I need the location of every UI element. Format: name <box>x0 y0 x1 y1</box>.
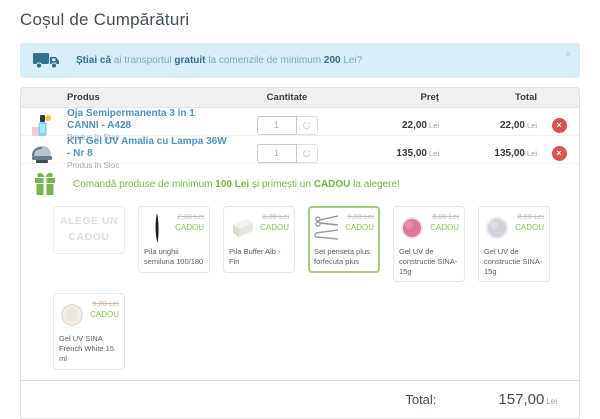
price-currency: Lei <box>429 121 439 130</box>
price-value: 135,00 <box>396 148 427 159</box>
nail-file-image <box>144 212 170 244</box>
product-thumbnail-kit <box>30 141 54 165</box>
gift-msg-bold-100: 100 Lei <box>215 179 249 190</box>
gift-card-gel-uv-clear[interactable]: 8,00 Lei CADOU Gel UV de constructie SIN… <box>478 206 550 282</box>
remove-item-icon[interactable]: × <box>552 118 567 133</box>
gift-card-pila-unghii[interactable]: 2,00 Lei CADOU Pila unghii semiluna 100/… <box>138 206 210 273</box>
gift-cards: ALEGE UN CADOU 2,00 Lei CADOU Pila unghi… <box>21 196 579 370</box>
cadou-badge: CADOU <box>174 223 204 232</box>
price-value: 22,00 <box>402 120 427 131</box>
gift-old-price: 3,00 Lei <box>259 212 289 221</box>
refresh-quantity-icon[interactable] <box>297 116 318 135</box>
placeholder-line2: CADOU <box>69 230 110 246</box>
placeholder-line1: ALEGE UN <box>60 214 118 230</box>
total-currency: Lei <box>546 397 557 406</box>
gift-name: Gel UV de constructie SINA-15g <box>399 247 459 276</box>
header-total: Total <box>451 92 539 103</box>
row-total-cell: 135,00Lei <box>451 148 539 159</box>
banner-bold-stiai-ca: Știai că <box>76 55 111 66</box>
gift-old-price: 9,00 Lei <box>344 212 374 221</box>
tweezers-scissors-image <box>314 212 340 244</box>
row-total-cell: 22,00Lei <box>451 120 539 131</box>
free-shipping-text: Știai că ai transportul gratuit la comen… <box>76 55 362 66</box>
gel-jar-white-image <box>59 299 85 331</box>
cadou-badge: CADOU <box>429 223 459 232</box>
cadou-badge: CADOU <box>344 223 374 232</box>
gel-jar-pink-image <box>399 212 425 244</box>
cadou-badge: CADOU <box>89 310 119 319</box>
delete-cell: × <box>539 118 579 133</box>
buffer-block-image <box>229 212 255 244</box>
banner-text-3: Lei? <box>341 55 363 66</box>
quantity-input[interactable] <box>257 116 297 135</box>
price-cell: 22,00Lei <box>346 120 451 131</box>
gift-old-price: 8,00 Lei <box>429 212 459 221</box>
cart-panel: Produs Cantitate Preț Total Oja Semiperm… <box>20 87 580 419</box>
banner-text-2: la comenzile de minimum <box>206 55 324 66</box>
quantity-cell <box>228 116 346 135</box>
header-pret: Preț <box>346 92 451 103</box>
stock-status: Produs în Stoc <box>67 161 228 170</box>
total-label: Total: <box>405 392 436 407</box>
gift-name: Gel UV SINA French White 15 ml <box>59 334 119 363</box>
gift-icon <box>30 172 60 196</box>
row-total-value: 22,00 <box>500 120 525 131</box>
gift-name: Set penseta plus forfecuta plus <box>314 247 374 267</box>
refresh-quantity-icon[interactable] <box>297 144 318 163</box>
close-icon[interactable]: × <box>565 50 571 60</box>
table-header: Produs Cantitate Preț Total <box>21 88 579 108</box>
row-total-value: 135,00 <box>494 148 525 159</box>
remove-item-icon[interactable]: × <box>552 146 567 161</box>
gift-name: Pila Buffer Alb - Fin <box>229 247 289 267</box>
cadou-badge: CADOU <box>514 223 544 232</box>
gift-section: Comandă produse de minimum 100 Lei și pr… <box>21 164 579 380</box>
row-total-currency: Lei <box>527 149 537 158</box>
header-cantitate: Cantitate <box>228 92 346 103</box>
gift-msg-1: Comandă produse de minimum <box>73 179 215 190</box>
free-shipping-banner: Știai că ai transportul gratuit la comen… <box>20 43 580 78</box>
gift-card-gel-french-white[interactable]: 8,00 Lei CADOU Gel UV SINA French White … <box>53 293 125 369</box>
cart-page: Coșul de Cumpărături Știai că ai transpo… <box>0 0 600 419</box>
gift-message-row: Comandă produse de minimum 100 Lei și pr… <box>21 172 579 196</box>
header-produs: Produs <box>67 92 228 103</box>
gift-card-pila-buffer[interactable]: 3,00 Lei CADOU Pila Buffer Alb - Fin <box>223 206 295 273</box>
cadou-badge: CADOU <box>259 223 289 232</box>
gift-message: Comandă produse de minimum 100 Lei și pr… <box>73 179 400 190</box>
total-amount: 157,00Lei <box>498 391 557 408</box>
product-link[interactable]: Oja Semipermanenta 3 in 1 CANNI - A428 <box>67 108 228 132</box>
table-row: Oja Semipermanenta 3 in 1 CANNI - A428 P… <box>21 108 579 136</box>
product-info: KIT Gel UV Amalia cu Lampa 36W - Nr 8 Pr… <box>67 136 228 170</box>
quantity-cell <box>228 144 346 163</box>
banner-bold-gratuit: gratuit <box>174 55 205 66</box>
gift-placeholder-card[interactable]: ALEGE UN CADOU <box>53 206 125 254</box>
price-currency: Lei <box>429 149 439 158</box>
gift-old-price: 2,00 Lei <box>174 212 204 221</box>
gift-card-set-penseta[interactable]: 9,00 Lei CADOU Set penseta plus forfecut… <box>308 206 380 273</box>
gift-msg-2: și primești un <box>249 179 313 190</box>
product-link[interactable]: KIT Gel UV Amalia cu Lampa 36W - Nr 8 <box>67 136 228 160</box>
gift-old-price: 8,00 Lei <box>89 299 119 308</box>
table-row: KIT Gel UV Amalia cu Lampa 36W - Nr 8 Pr… <box>21 136 579 164</box>
gel-jar-clear-image <box>484 212 510 244</box>
gift-old-price: 8,00 Lei <box>514 212 544 221</box>
gift-msg-bold-cadou: CADOU <box>314 179 351 190</box>
gift-card-gel-uv-pink[interactable]: 8,00 Lei CADOU Gel UV de constructie SIN… <box>393 206 465 282</box>
quantity-input[interactable] <box>257 144 297 163</box>
row-total-currency: Lei <box>527 121 537 130</box>
product-thumbnail-oja <box>30 113 54 137</box>
price-cell: 135,00Lei <box>346 148 451 159</box>
delete-cell: × <box>539 146 579 161</box>
gift-name: Gel UV de constructie SINA-15g <box>484 247 544 276</box>
truck-icon <box>32 51 62 70</box>
order-total-row: Total: 157,00Lei <box>21 380 579 418</box>
total-value: 157,00 <box>498 391 544 408</box>
banner-text-1: ai transportul <box>111 55 174 66</box>
banner-bold-200: 200 <box>324 55 341 66</box>
gift-msg-3: la alegere! <box>350 179 399 190</box>
page-title: Coșul de Cumpărături <box>20 10 580 30</box>
gift-name: Pila unghii semiluna 100/180 <box>144 247 204 267</box>
